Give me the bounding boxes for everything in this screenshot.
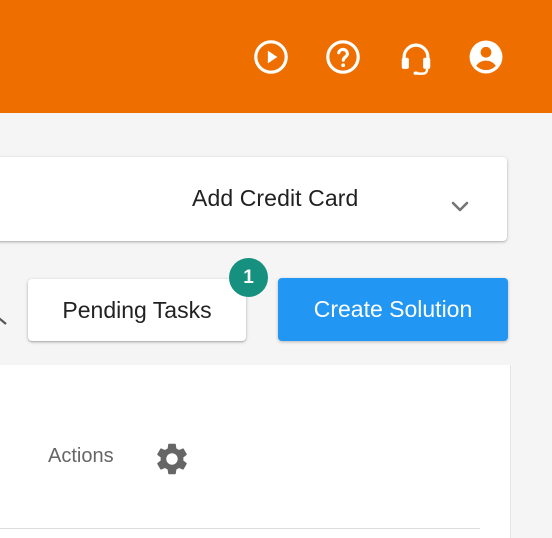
add-credit-card-label: Add Credit Card (192, 185, 359, 211)
chevron-up-icon[interactable] (0, 316, 8, 332)
pending-count-badge: 1 (229, 258, 268, 297)
panel-divider (510, 365, 511, 538)
headset-icon[interactable] (397, 38, 435, 76)
actions-column-header: Actions (48, 445, 114, 467)
add-credit-card-bar[interactable]: Add Credit Card (0, 157, 507, 241)
create-solution-button[interactable]: Create Solution (278, 278, 508, 341)
table-row-divider (0, 528, 480, 529)
gear-icon[interactable] (153, 440, 191, 478)
help-circle-icon[interactable] (324, 38, 362, 76)
account-circle-icon[interactable] (467, 38, 505, 76)
play-circle-icon[interactable] (252, 38, 290, 76)
pending-tasks-button[interactable]: Pending Tasks (28, 279, 246, 341)
chevron-down-icon[interactable] (450, 196, 470, 216)
